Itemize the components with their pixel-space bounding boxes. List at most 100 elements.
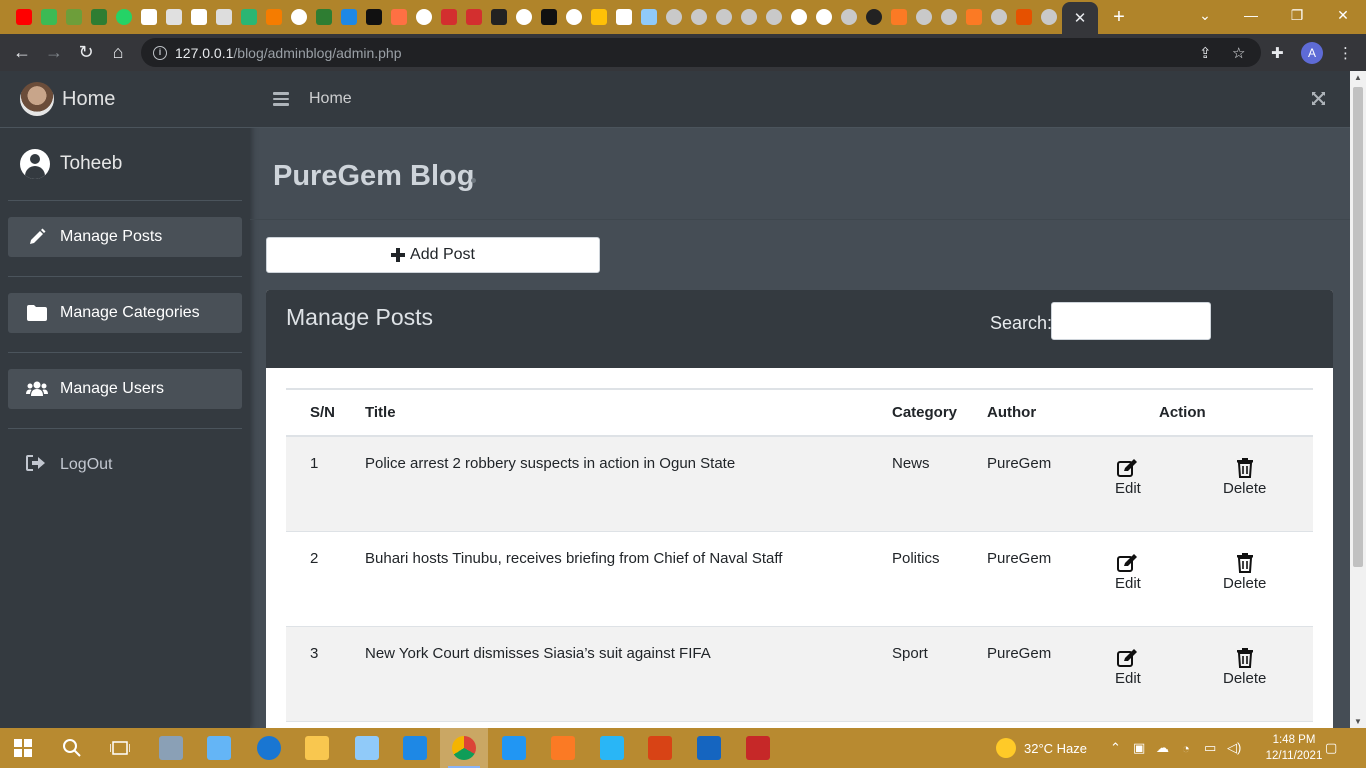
hamburger-menu-icon[interactable] [273,92,289,106]
volume-icon[interactable]: ◁) [1227,728,1241,768]
taskbar-app-icon[interactable] [502,736,526,760]
scroll-up-arrow-icon[interactable]: ▲ [1354,73,1362,82]
profile-avatar[interactable]: A [1301,38,1323,67]
forward-icon[interactable]: → [38,37,70,69]
add-post-button[interactable]: Add Post [266,237,600,273]
battery-icon[interactable]: ▭ [1204,728,1216,768]
tab-favicon[interactable] [866,9,882,25]
taskbar-active-app[interactable] [440,728,488,768]
tab-favicon[interactable] [916,9,932,25]
tab-favicon[interactable] [241,9,257,25]
reload-icon[interactable]: ↻ [70,37,102,69]
tab-favicon[interactable] [891,9,907,25]
tab-favicon[interactable] [816,9,832,25]
close-window-icon[interactable]: ✕ [1320,0,1366,30]
tab-favicon[interactable] [91,9,107,25]
site-info-icon[interactable]: i [153,45,167,60]
tab-favicon[interactable] [841,9,857,25]
tab-favicon[interactable] [341,9,357,25]
tab-favicon[interactable] [491,9,507,25]
taskbar-app-icon[interactable] [355,736,379,760]
tab-favicon[interactable] [741,9,757,25]
home-icon[interactable]: ⌂ [102,37,134,69]
tab-favicon[interactable] [1041,9,1057,25]
tab-favicon[interactable] [441,9,457,25]
tab-favicon[interactable] [141,9,157,25]
notifications-icon[interactable]: ▢ [1325,728,1337,768]
tab-favicon[interactable] [466,9,482,25]
brand-link[interactable]: Home [0,71,250,128]
vscode-icon[interactable] [403,736,427,760]
powerpoint-icon[interactable] [648,736,672,760]
sidebar-item-manage-categories[interactable]: Manage Categories [8,293,242,333]
sidebar-item-manage-users[interactable]: Manage Users [8,369,242,409]
close-tab-icon[interactable]: ✕ [1074,9,1087,27]
tab-favicon[interactable] [116,9,132,25]
tab-favicon[interactable] [41,9,57,25]
windows-start-icon[interactable] [14,739,32,762]
task-view-icon[interactable] [109,739,131,762]
edit-button[interactable]: Edit [1115,458,1141,497]
minimize-icon[interactable]: — [1228,0,1274,30]
edit-button[interactable]: Edit [1115,553,1141,592]
weather-widget[interactable]: 32°C Haze [996,728,1087,768]
tab-favicon[interactable] [216,9,232,25]
tab-favicon[interactable] [691,9,707,25]
share-icon[interactable]: ⇪ [1199,38,1212,67]
scrollbar-thumb[interactable] [1353,87,1363,567]
tab-search-icon[interactable]: ⌄ [1182,0,1228,30]
tray-chevron-icon[interactable]: ⌃ [1110,728,1121,768]
new-tab-button[interactable]: + [1108,6,1130,28]
search-input[interactable] [1051,302,1211,340]
system-clock[interactable]: 1:48 PM 12/11/2021 [1264,732,1324,764]
tab-favicon[interactable] [641,9,657,25]
tray-app-icon[interactable]: ▣ [1133,728,1145,768]
delete-button[interactable]: Delete [1223,458,1266,497]
tab-favicon[interactable] [566,9,582,25]
tab-favicon[interactable] [316,9,332,25]
tab-favicon[interactable] [941,9,957,25]
restore-icon[interactable]: ❐ [1274,0,1320,30]
taskbar-app-icon[interactable] [600,736,624,760]
tab-favicon[interactable] [591,9,607,25]
tab-favicon[interactable] [191,9,207,25]
active-tab[interactable]: ✕ [1062,2,1098,34]
user-panel[interactable]: Toheeb [8,128,242,201]
menu-kebab-icon[interactable]: ⋮ [1338,38,1353,67]
extensions-icon[interactable]: ✚ [1271,38,1284,67]
tab-favicon[interactable] [16,9,32,25]
onedrive-icon[interactable]: ☁ [1156,728,1169,768]
address-bar[interactable]: i 127.0.0.1/blog/adminblog/admin.php [141,38,1261,67]
tab-favicon[interactable] [266,9,282,25]
tab-favicon[interactable] [391,9,407,25]
wifi-icon[interactable]: ◔ [1182,728,1190,768]
page-scrollbar[interactable]: ▲ ▼ [1350,71,1366,728]
tab-favicon[interactable] [366,9,382,25]
delete-button[interactable]: Delete [1223,648,1266,687]
taskbar-app-icon[interactable] [159,736,183,760]
acrobat-icon[interactable] [746,736,770,760]
bookmark-star-icon[interactable]: ☆ [1232,38,1245,67]
tab-favicon[interactable] [416,9,432,25]
scroll-down-arrow-icon[interactable]: ▼ [1354,717,1362,726]
tab-favicon[interactable] [291,9,307,25]
tab-favicon[interactable] [666,9,682,25]
edit-button[interactable]: Edit [1115,648,1141,687]
delete-button[interactable]: Delete [1223,553,1266,592]
taskbar-app-icon[interactable] [207,736,231,760]
fullscreen-icon[interactable] [1311,91,1326,110]
xampp-icon[interactable] [551,736,575,760]
tab-favicon[interactable] [541,9,557,25]
tab-favicon[interactable] [166,9,182,25]
edge-icon[interactable] [257,736,281,760]
topnav-home-link[interactable]: Home [309,90,352,108]
tab-favicon[interactable] [516,9,532,25]
tab-favicon[interactable] [1016,9,1032,25]
file-explorer-icon[interactable] [305,736,329,760]
back-icon[interactable]: ← [6,37,38,69]
tab-favicon[interactable] [991,9,1007,25]
tab-favicon[interactable] [616,9,632,25]
tab-favicon[interactable] [66,9,82,25]
tab-favicon[interactable] [716,9,732,25]
sidebar-item-logout[interactable]: LogOut [8,445,242,485]
